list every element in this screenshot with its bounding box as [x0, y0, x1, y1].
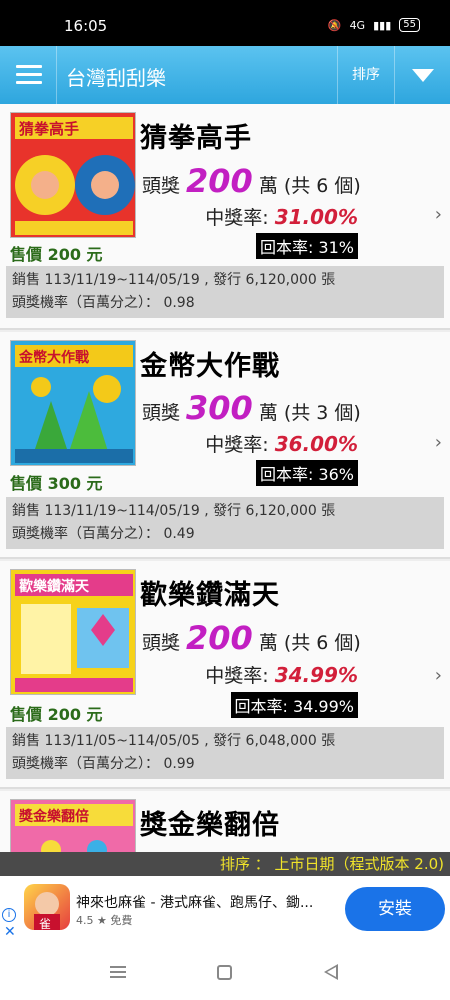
- ticket-image: 猜拳高手: [11, 113, 135, 237]
- ticket-card[interactable]: 獎金樂翻倍 獎金樂翻倍: [0, 791, 450, 852]
- return-rate-badge: 回本率: 34.99%: [230, 692, 358, 718]
- hamburger-icon: [16, 65, 42, 85]
- prize-prefix: 頭獎: [142, 402, 181, 424]
- ad-rating: 4.5 ★ 免費: [76, 914, 133, 927]
- ticket-name: 獎金樂翻倍: [140, 810, 280, 841]
- network-label: 4G: [349, 18, 366, 32]
- return-rate-badge: 回本率: 31%: [255, 233, 358, 259]
- back-icon[interactable]: [324, 964, 338, 980]
- top-prize: 頭獎 200 萬 (共 6 個): [142, 162, 361, 200]
- system-nav-bar: [0, 940, 450, 1000]
- signal-icon: ▮▮▮: [373, 18, 392, 32]
- top-prize-odds: 頭獎機率（百萬分之）： 0.98: [12, 295, 195, 311]
- ticket-info: 銷售 113/11/19~114/05/19 , 發行 6,120,000 張 …: [6, 266, 444, 318]
- svg-text:雀: 雀: [39, 917, 51, 930]
- ticket-thumbnail: 獎金樂翻倍: [10, 799, 136, 852]
- svg-text:金幣大作戰: 金幣大作戰: [18, 349, 89, 366]
- prize-suffix: 萬 (共 3 個): [258, 402, 361, 424]
- menu-button[interactable]: [0, 46, 56, 104]
- mute-icon: 🔕: [327, 18, 342, 32]
- ad-title[interactable]: 神來也麻雀 - 港式麻雀、跑馬仔、鋤...: [76, 892, 313, 912]
- app-bar: 台灣刮刮樂 排序: [0, 46, 450, 104]
- ticket-image: 金幣大作戰: [11, 341, 135, 465]
- top-prize-odds: 頭獎機率（百萬分之）： 0.99: [12, 756, 195, 772]
- ticket-card[interactable]: 猜拳高手 售價 200 元 猜拳高手 頭獎 200 萬 (共 6 個) 中獎率: 3…: [0, 104, 450, 330]
- ticket-name: 歡樂鑽滿天: [140, 580, 280, 611]
- prize-suffix: 萬 (共 6 個): [258, 632, 361, 654]
- ticket-price: 售價 300 元: [10, 474, 103, 493]
- ticket-price: 售價 200 元: [10, 705, 103, 724]
- win-rate: 31.00%: [274, 205, 358, 229]
- ticket-info: 銷售 113/11/05~114/05/05 , 發行 6,048,000 張 …: [6, 727, 444, 779]
- app-title: 台灣刮刮樂: [66, 66, 166, 90]
- status-bar: 16:05 🔕 4G ▮▮▮ 55: [0, 0, 450, 46]
- chevron-right-icon: ›: [434, 432, 442, 453]
- sort-status-bar: 排序 ： 上市日期（程式版本 2.0): [0, 852, 450, 876]
- triangle-down-icon: [412, 69, 434, 82]
- top-prize-odds: 頭獎機率（百萬分之）： 0.49: [12, 526, 195, 542]
- ticket-info: 銷售 113/11/19~114/05/19 , 發行 6,120,000 張 …: [6, 497, 444, 549]
- chevron-right-icon: ›: [434, 665, 442, 686]
- prize-suffix: 萬 (共 6 個): [258, 175, 361, 197]
- close-icon[interactable]: ✕: [4, 924, 16, 940]
- sales-period: 銷售 113/11/05~114/05/05 , 發行 6,048,000 張: [12, 733, 336, 749]
- win-rate-label: 中獎率:: [205, 207, 269, 229]
- sales-period: 銷售 113/11/19~114/05/19 , 發行 6,120,000 張: [12, 503, 336, 519]
- dropdown-button[interactable]: [395, 46, 450, 104]
- status-icons: 🔕 4G ▮▮▮ 55: [328, 18, 420, 32]
- ad-app-icon[interactable]: 雀: [24, 884, 70, 930]
- svg-text:獎金樂翻倍: 獎金樂翻倍: [18, 808, 89, 825]
- prize-amount: 200: [186, 619, 253, 657]
- ticket-thumbnail: 歡樂鑽滿天: [10, 569, 136, 695]
- win-rate-line: 中獎率: 34.99%: [205, 661, 358, 688]
- home-icon[interactable]: [217, 965, 232, 980]
- install-button[interactable]: 安裝: [345, 887, 445, 931]
- win-rate: 36.00%: [274, 432, 358, 456]
- ticket-image: 歡樂鑽滿天: [11, 570, 135, 694]
- sort-button[interactable]: 排序: [338, 46, 394, 104]
- win-rate: 34.99%: [274, 663, 358, 687]
- top-prize: 頭獎 300 萬 (共 3 個): [142, 389, 361, 427]
- ticket-card[interactable]: 金幣大作戰 售價 300 元 金幣大作戰 頭獎 300 萬 (共 3 個) 中獎率:…: [0, 332, 450, 559]
- svg-text:猜拳高手: 猜拳高手: [18, 120, 79, 138]
- battery-icon: 55: [399, 18, 420, 32]
- ticket-card[interactable]: 歡樂鑽滿天 售價 200 元 歡樂鑽滿天 頭獎 200 萬 (共 6 個) 中獎率:…: [0, 561, 450, 789]
- chevron-right-icon: ›: [434, 204, 442, 225]
- prize-amount: 300: [186, 389, 253, 427]
- win-rate-label: 中獎率:: [205, 665, 269, 687]
- svg-text:歡樂鑽滿天: 歡樂鑽滿天: [19, 578, 90, 595]
- status-time: 16:05: [64, 17, 108, 35]
- sales-period: 銷售 113/11/19~114/05/19 , 發行 6,120,000 張: [12, 272, 336, 288]
- ad-banner[interactable]: i ✕ 雀 神來也麻雀 - 港式麻雀、跑馬仔、鋤... 4.5 ★ 免費 安裝: [0, 876, 450, 940]
- ticket-name: 金幣大作戰: [140, 351, 280, 382]
- prize-prefix: 頭獎: [142, 175, 181, 197]
- win-rate-line: 中獎率: 36.00%: [205, 430, 358, 457]
- ticket-thumbnail: 猜拳高手: [10, 112, 136, 238]
- win-rate-label: 中獎率:: [205, 434, 269, 456]
- ticket-list[interactable]: 猜拳高手 售價 200 元 猜拳高手 頭獎 200 萬 (共 6 個) 中獎率: 3…: [0, 104, 450, 852]
- ticket-thumbnail: 金幣大作戰: [10, 340, 136, 466]
- ticket-price: 售價 200 元: [10, 245, 103, 264]
- recent-apps-icon[interactable]: [110, 966, 126, 981]
- win-rate-line: 中獎率: 31.00%: [205, 203, 358, 230]
- ticket-image: 獎金樂翻倍: [11, 800, 135, 852]
- prize-amount: 200: [186, 162, 253, 200]
- return-rate-badge: 回本率: 36%: [255, 460, 358, 486]
- ad-app-image: 雀: [34, 892, 60, 930]
- prize-prefix: 頭獎: [142, 632, 181, 654]
- info-icon[interactable]: i: [2, 908, 16, 922]
- top-prize: 頭獎 200 萬 (共 6 個): [142, 619, 361, 657]
- ticket-name: 猜拳高手: [140, 123, 252, 154]
